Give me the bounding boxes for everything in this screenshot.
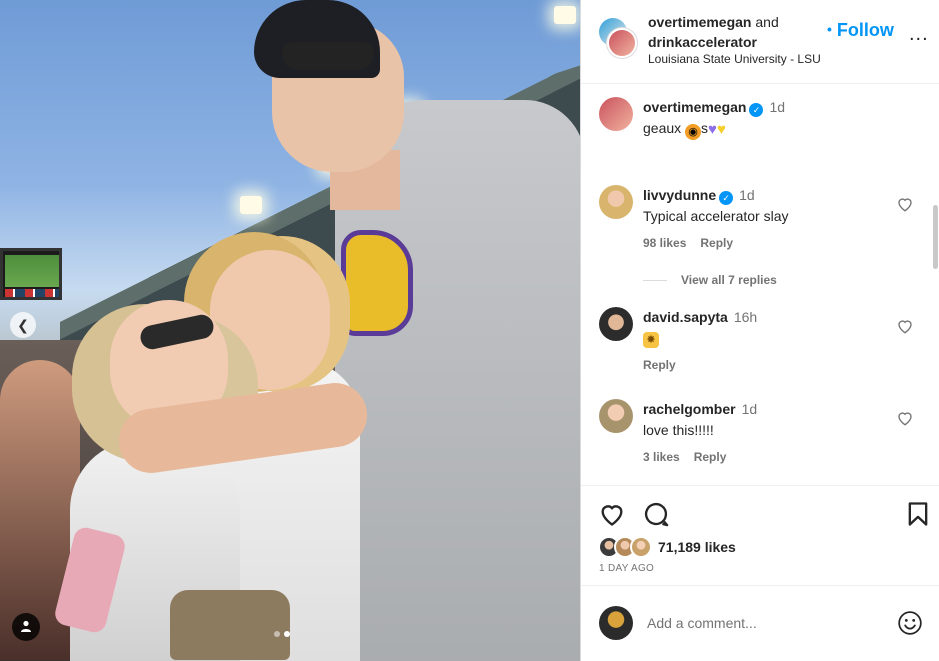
post-side-panel: overtimemegan and drinkaccelerator Louis… xyxy=(580,0,939,661)
purple-heart-emoji-icon: ♥ xyxy=(708,121,717,138)
comment-text: geaux ◉ s♥♥ xyxy=(643,120,726,140)
scoreboard-ticker xyxy=(5,289,59,297)
add-comment-input[interactable] xyxy=(647,613,887,633)
follow-button[interactable]: • Follow xyxy=(827,20,894,41)
author-joiner: and xyxy=(755,14,779,30)
emoji-icon[interactable] xyxy=(897,610,923,636)
comment-text: love this!!!!! xyxy=(643,422,714,438)
replies-divider xyxy=(643,280,667,282)
verified-icon: ✓ xyxy=(719,191,734,205)
reply-button[interactable]: Reply xyxy=(694,450,727,464)
comment-icon[interactable] xyxy=(642,500,670,528)
post-photo[interactable]: ❮ xyxy=(0,0,580,661)
tiger-emoji-icon: ◉ xyxy=(685,124,702,140)
likes-count[interactable]: 71,189 likes xyxy=(658,539,736,555)
shirt-helmet-print xyxy=(341,230,413,336)
verified-icon: ✓ xyxy=(749,103,764,117)
view-replies-label: View all 7 replies xyxy=(681,273,777,287)
view-replies-button[interactable]: View all 7 replies xyxy=(643,273,777,287)
follow-dot: • xyxy=(827,21,832,37)
comment-time[interactable]: 16h xyxy=(734,309,757,325)
follow-label: Follow xyxy=(836,20,894,40)
handbag xyxy=(170,590,290,660)
comments-scrollbar[interactable] xyxy=(933,205,938,269)
avatar[interactable] xyxy=(599,399,633,433)
comment-username[interactable]: rachelgomber 1d xyxy=(643,401,757,417)
carousel-dots xyxy=(274,631,290,637)
like-comment-heart-icon[interactable] xyxy=(896,195,914,213)
add-comment-bar xyxy=(581,585,939,661)
carousel-dot xyxy=(274,631,280,637)
comment-time[interactable]: 1d xyxy=(739,187,755,203)
heart-icon[interactable] xyxy=(598,500,626,528)
stadium-light xyxy=(554,6,576,24)
bookmark-icon[interactable] xyxy=(904,500,932,528)
avatar-overtimemegan[interactable] xyxy=(609,30,635,56)
like-comment-heart-icon[interactable] xyxy=(896,317,914,335)
carousel-dot-active xyxy=(284,631,290,637)
stadium-light xyxy=(240,196,262,214)
caption-text-part: geaux xyxy=(643,120,686,136)
reply-button[interactable]: Reply xyxy=(643,358,676,372)
comment-username[interactable]: david.sapyta 16h xyxy=(643,309,757,325)
comment-username-text: david.sapyta xyxy=(643,309,728,325)
comment-likes[interactable]: 3 likes xyxy=(643,450,680,464)
comment-time[interactable]: 1d xyxy=(742,401,758,417)
comments-list[interactable]: overtimemegan ✓ 1d geaux ◉ s♥♥ livvydunne ✓ 1… xyxy=(581,85,939,485)
clap-emoji-icon: ✸ xyxy=(643,332,659,348)
current-user-avatar[interactable] xyxy=(599,606,633,640)
avatar[interactable] xyxy=(599,97,633,131)
author-link[interactable]: overtimemegan xyxy=(648,14,751,30)
more-options-button[interactable]: ... xyxy=(909,24,929,44)
chevron-left-icon[interactable]: ❮ xyxy=(10,312,36,338)
scoreboard-screen xyxy=(5,255,59,287)
comment-username-text: livvydunne xyxy=(643,187,717,203)
comment-username[interactable]: overtimemegan ✓ 1d xyxy=(643,99,785,117)
comment-meta: 3 likes Reply xyxy=(643,450,726,464)
comment-meta: Reply xyxy=(643,358,676,372)
reply-button[interactable]: Reply xyxy=(700,236,733,250)
sunglasses xyxy=(282,42,374,70)
person-icon xyxy=(21,620,31,632)
comment-likes[interactable]: 98 likes xyxy=(643,236,686,250)
post-date[interactable]: 1 DAY AGO xyxy=(599,563,654,574)
avatar[interactable] xyxy=(599,185,633,219)
comment-meta: 98 likes Reply xyxy=(643,236,733,250)
comment-username-text: overtimemegan xyxy=(643,99,747,115)
yellow-heart-emoji-icon: ♥ xyxy=(716,121,726,138)
comment-username-text: rachelgomber xyxy=(643,401,736,417)
stadium-scoreboard xyxy=(0,248,62,300)
like-comment-heart-icon[interactable] xyxy=(896,409,914,427)
post-header: overtimemegan and drinkaccelerator Louis… xyxy=(581,0,939,84)
author-link[interactable]: drinkaccelerator xyxy=(648,34,757,50)
comment-username[interactable]: livvydunne ✓ 1d xyxy=(643,187,755,205)
location-link[interactable]: Louisiana State University - LSU xyxy=(648,52,821,66)
caption-text-part: s xyxy=(701,120,709,136)
comment-text: ✸ xyxy=(643,330,659,348)
user-tag-icon[interactable] xyxy=(12,613,40,641)
avatar[interactable] xyxy=(599,307,633,341)
post-authors: overtimemegan and drinkaccelerator xyxy=(648,12,823,52)
comment-time[interactable]: 1d xyxy=(769,99,785,115)
liker-avatar[interactable] xyxy=(630,536,652,558)
person-middle-head xyxy=(210,250,330,390)
more-options-icon: ... xyxy=(909,23,929,45)
comment-text: Typical accelerator slay xyxy=(643,208,789,224)
post-actions: 71,189 likes 1 DAY AGO xyxy=(581,485,939,585)
